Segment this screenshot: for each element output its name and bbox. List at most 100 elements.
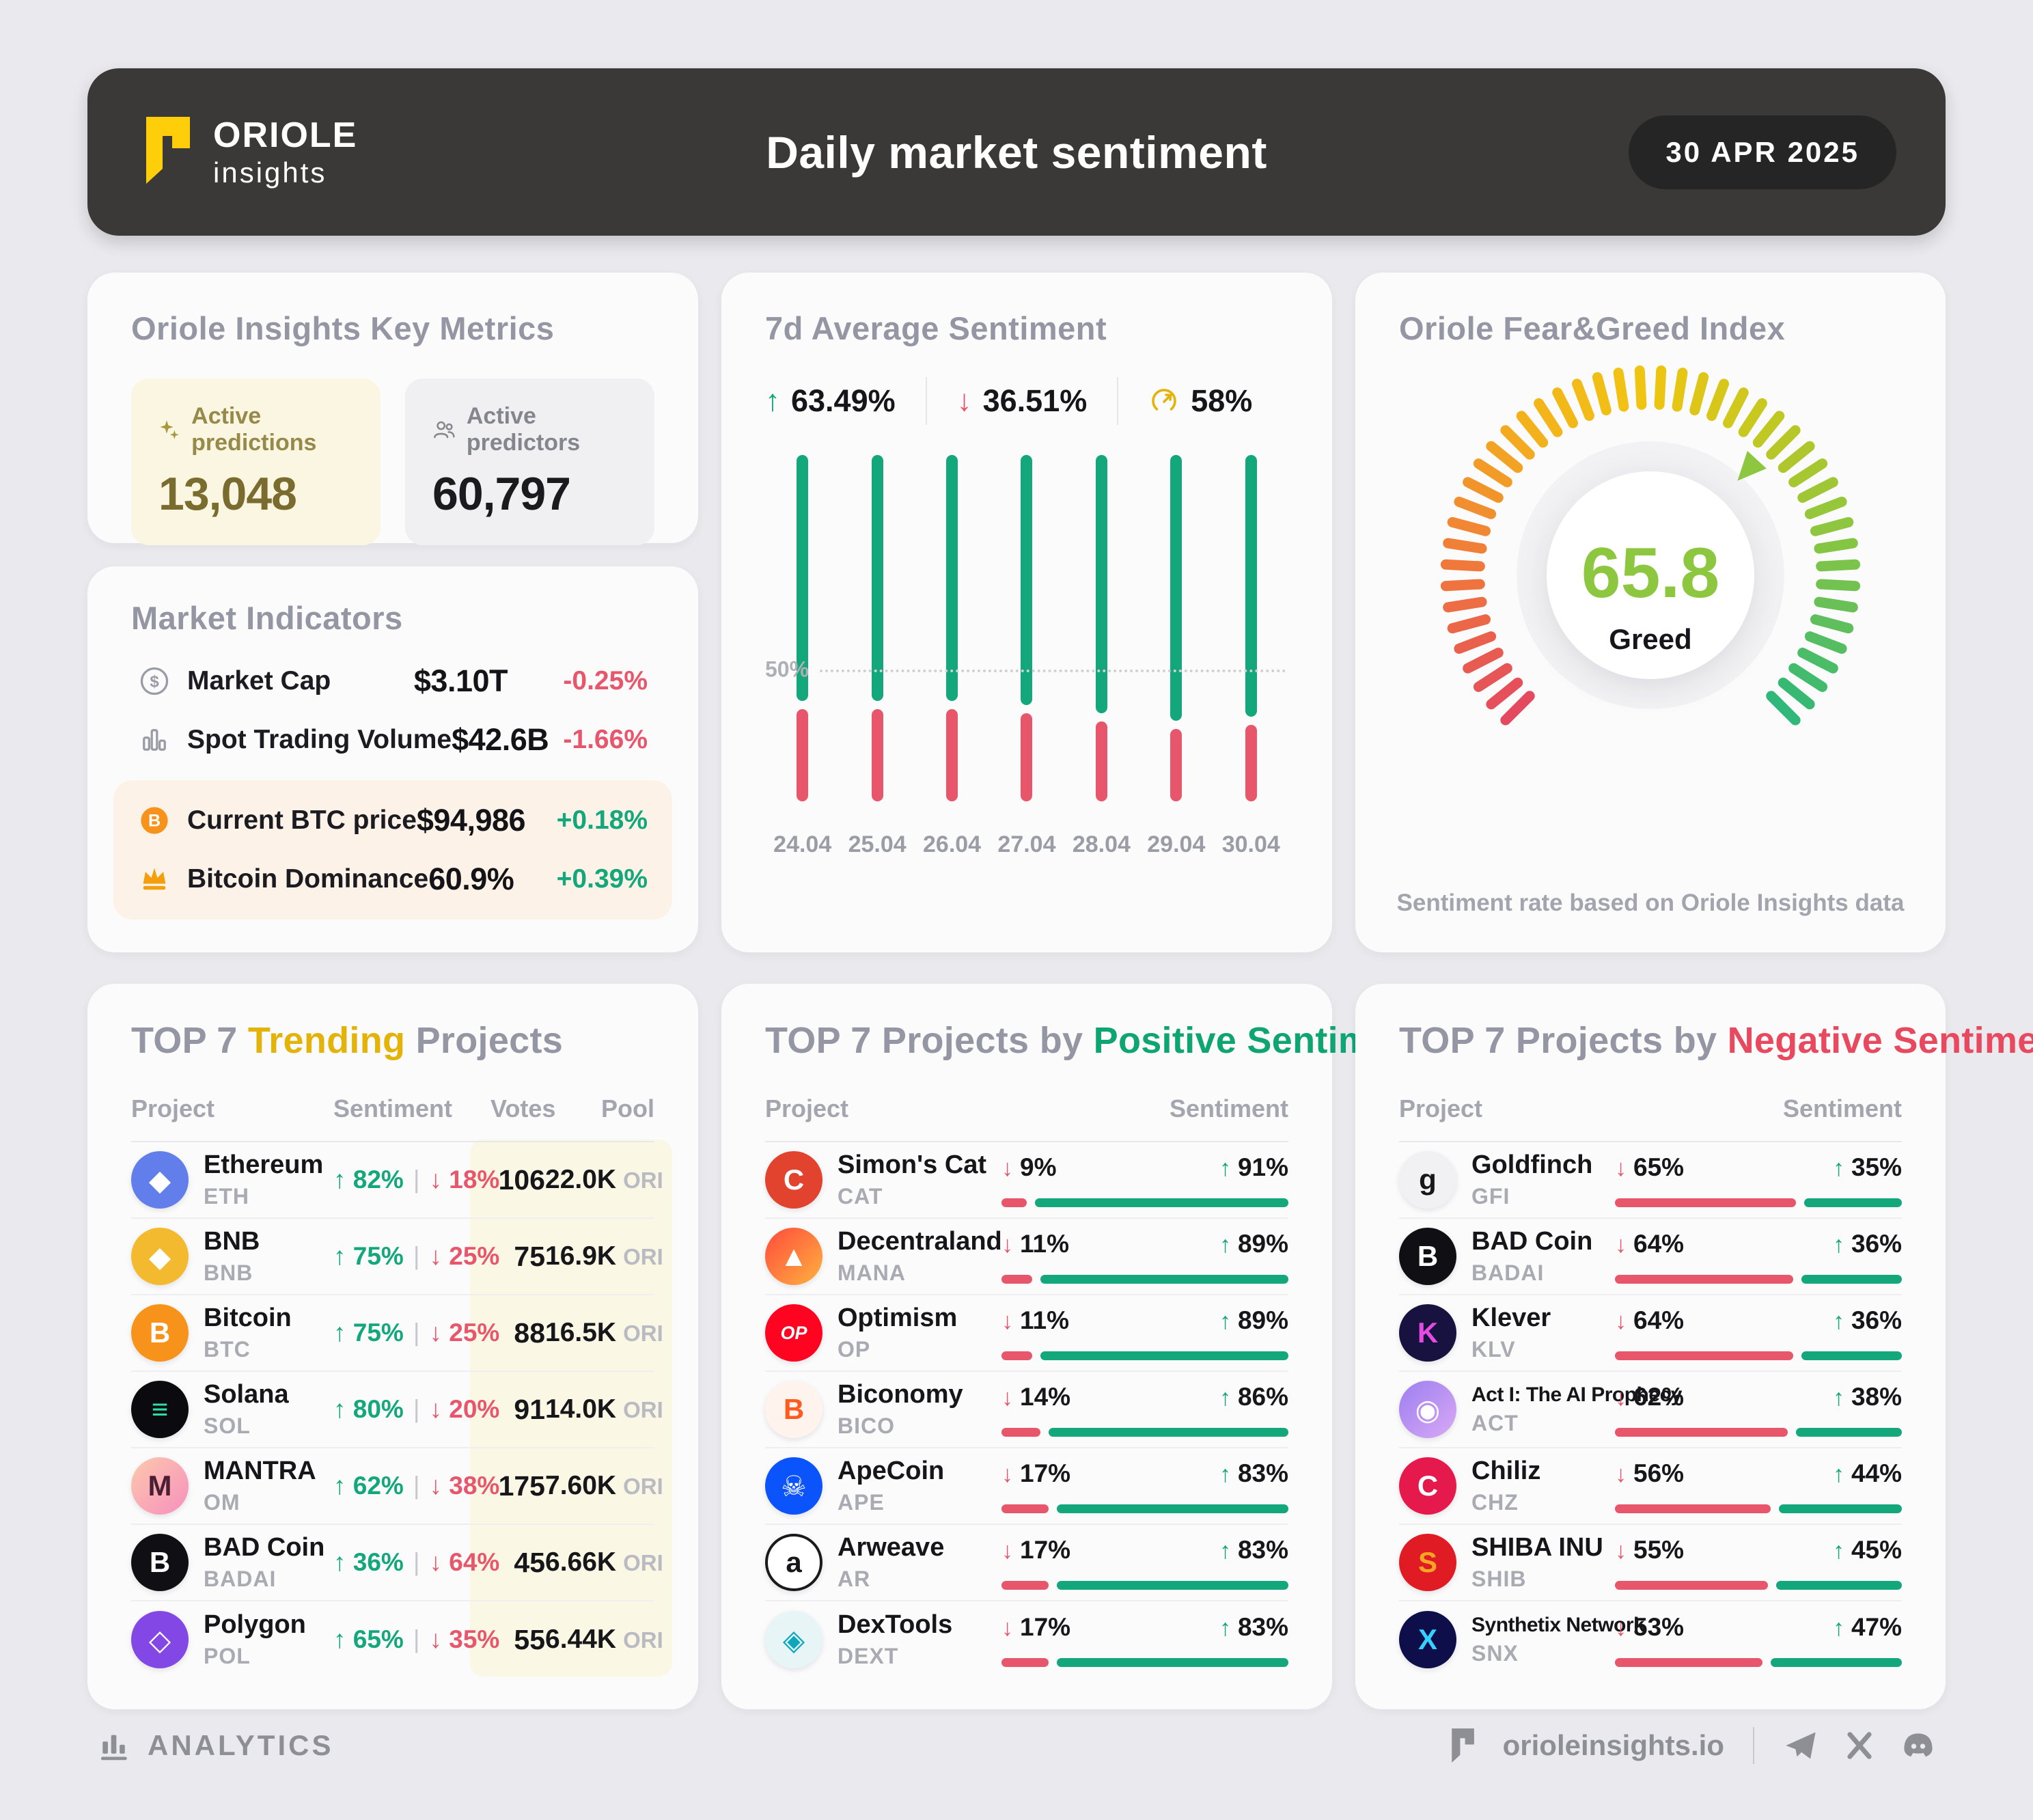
pool-cell: 6.44KORI — [545, 1625, 654, 1655]
gauge-tick — [1783, 682, 1810, 704]
discord-icon[interactable] — [1900, 1728, 1936, 1763]
positive-value: ↑91% — [1219, 1153, 1288, 1182]
positive-bar — [1057, 1504, 1288, 1513]
active-predictors-value: 60,797 — [432, 467, 627, 521]
positive-value: ↑83% — [1219, 1536, 1288, 1564]
gauge-tick — [1794, 464, 1823, 482]
x-icon[interactable] — [1842, 1728, 1877, 1763]
gauge-tick — [1478, 464, 1507, 482]
gauge-tick — [1468, 652, 1499, 668]
negative-segment — [1170, 729, 1182, 801]
negative-bar — [1001, 1428, 1040, 1437]
table-row: BBiconomyBICO↓14%↑86% — [765, 1372, 1288, 1448]
up-arrow-icon: ↑ — [1219, 1308, 1231, 1334]
negative-value: ↓62% — [1615, 1383, 1684, 1411]
positive-segment — [1170, 455, 1182, 721]
col-pool: Pool — [545, 1094, 654, 1123]
crown-icon — [138, 863, 171, 896]
x-axis-label: 30.04 — [1222, 831, 1280, 858]
sentiment-values: ↓55%↑45% — [1615, 1536, 1902, 1564]
project-cell: K Klever KLV — [1399, 1304, 1615, 1362]
negative-bar — [1615, 1658, 1762, 1667]
negative-value: ↓14% — [1001, 1383, 1070, 1411]
project-name: BNB — [204, 1227, 260, 1256]
negative-sentiment-card: TOP 7 Projects by Negative Sentiment Pro… — [1355, 984, 1946, 1709]
sentiment-cell: ↓17%↑83% — [1001, 1613, 1288, 1667]
positive-value: ↑83% — [1219, 1459, 1288, 1488]
positive-sentiment-card: TOP 7 Projects by Positive Sentiment Pro… — [721, 984, 1332, 1709]
negative-title: TOP 7 Projects by Negative Sentiment — [1399, 1019, 1902, 1062]
negative-value: ↓64% — [1615, 1306, 1684, 1335]
active-predictions-stat: Active predictions 13,048 — [131, 378, 381, 545]
divider — [926, 377, 927, 425]
indicator-label: Bitcoin Dominance — [187, 864, 428, 894]
gauge-tick — [1728, 393, 1743, 424]
gauge-tick — [1815, 522, 1848, 531]
analytics-tag: ANALYTICS — [97, 1728, 333, 1763]
negative-bar — [1615, 1581, 1768, 1590]
gauge-tick — [1459, 637, 1491, 649]
negative-segment — [946, 709, 958, 801]
project-info: GoldfinchGFI — [1471, 1150, 1592, 1209]
project-ticker: BADAI — [1471, 1260, 1592, 1286]
sentiment-split-bar — [1001, 1428, 1288, 1437]
indicator-value: $42.6B — [452, 722, 549, 758]
gauge-tick — [1659, 370, 1661, 404]
negative-bar — [1615, 1351, 1793, 1360]
telegram-icon[interactable] — [1783, 1728, 1818, 1763]
table-row: BBitcoinBTC↑ 75%|↓ 25%8816.5KORI — [131, 1295, 654, 1372]
project-name: Klever — [1471, 1304, 1551, 1333]
divider: | — [404, 1548, 430, 1576]
col-sentiment: Sentiment — [1001, 1094, 1288, 1123]
sentiment-cell: ↓53%↑47% — [1615, 1613, 1902, 1667]
sentiment-bar — [797, 455, 808, 801]
footer: ANALYTICS orioleinsights.io — [87, 1727, 1946, 1764]
project-ticker: BTC — [204, 1337, 292, 1362]
col-sentiment: Sentiment — [333, 1094, 490, 1123]
project-ticker: MANA — [838, 1260, 1002, 1286]
active-predictions-value: 13,048 — [158, 467, 353, 521]
positive-sentiment: ↑ 82% — [333, 1166, 404, 1194]
gauge-tick — [1558, 393, 1573, 424]
project-info: SHIBA INU SHIB — [1471, 1533, 1603, 1592]
klv-icon: K — [1399, 1304, 1456, 1362]
positive-value: ↑83% — [1219, 1613, 1288, 1642]
gauge-tick — [1597, 377, 1606, 410]
table-row: ◆EthereumETH↑ 82%|↓ 18%10622.0KORI — [131, 1142, 654, 1219]
gauge-tick — [1452, 522, 1485, 531]
gauge-tick — [1491, 446, 1518, 467]
oriole-logo: ORIOLE insights — [137, 115, 357, 189]
pool-cell: 16.5KORI — [545, 1318, 654, 1348]
rate-value: 58% — [1191, 383, 1252, 419]
project-ticker: KLV — [1471, 1337, 1551, 1362]
table-row: BBAD CoinBADAI↓64%↑36% — [1399, 1219, 1902, 1295]
votes-cell: 55 — [490, 1624, 545, 1656]
project-cell: CChilizCHZ — [1399, 1457, 1615, 1515]
site-link[interactable]: orioleinsights.io — [1503, 1729, 1724, 1762]
avg-negative-value: 36.51% — [983, 383, 1088, 419]
project-name: Bitcoin — [204, 1304, 292, 1333]
project-ticker: SHIB — [1471, 1567, 1603, 1592]
project-info: SolanaSOL — [204, 1380, 289, 1439]
gauge-tick — [1712, 384, 1724, 416]
up-arrow-icon: ↑ — [1833, 1155, 1844, 1181]
avg-negative-stat: ↓ 36.51% — [957, 383, 1088, 419]
sentiment-cell: ↓64%↑36% — [1615, 1306, 1902, 1360]
gauge-tick — [1506, 430, 1530, 454]
segment-gap — [872, 701, 883, 709]
positive-segment — [946, 455, 958, 701]
project-name: BAD Coin — [204, 1533, 324, 1562]
project-cell: ☠ApeCoinAPE — [765, 1457, 1001, 1515]
negative-value: ↓64% — [1615, 1230, 1684, 1258]
project-name: SHIBA INU — [1471, 1533, 1603, 1562]
table-row: OPOptimismOP↓11%↑89% — [765, 1295, 1288, 1372]
project-cell: BBAD CoinBADAI — [131, 1533, 333, 1592]
project-cell: ≡SolanaSOL — [131, 1380, 333, 1439]
sentiment-split-bar — [1001, 1504, 1288, 1513]
negative-sentiment: ↓ 64% — [429, 1548, 499, 1576]
btc-highlight-block: BCurrent BTC price$94,986+0.18%Bitcoin D… — [113, 780, 672, 920]
negative-bar — [1001, 1658, 1049, 1667]
positive-bar — [1040, 1351, 1288, 1360]
positive-sentiment: ↑ 75% — [333, 1242, 404, 1270]
sentiment-cell: ↓11%↑89% — [1001, 1306, 1288, 1360]
